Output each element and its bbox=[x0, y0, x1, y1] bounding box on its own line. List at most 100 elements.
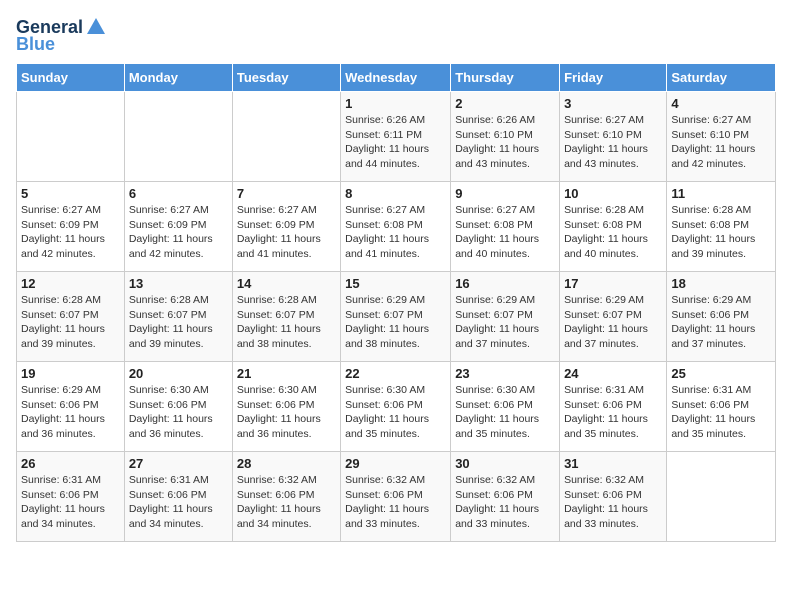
day-number: 29 bbox=[345, 456, 446, 471]
column-header-sunday: Sunday bbox=[17, 64, 125, 92]
day-info: Sunrise: 6:27 AM Sunset: 6:10 PM Dayligh… bbox=[671, 113, 771, 172]
day-info: Sunrise: 6:29 AM Sunset: 6:07 PM Dayligh… bbox=[455, 293, 555, 352]
calendar-day-24: 24 Sunrise: 6:31 AM Sunset: 6:06 PM Dayli… bbox=[560, 362, 667, 452]
day-number: 19 bbox=[21, 366, 120, 381]
day-info: Sunrise: 6:32 AM Sunset: 6:06 PM Dayligh… bbox=[455, 473, 555, 532]
day-info: Sunrise: 6:28 AM Sunset: 6:08 PM Dayligh… bbox=[671, 203, 771, 262]
column-header-saturday: Saturday bbox=[667, 64, 776, 92]
logo-blue-text: Blue bbox=[16, 34, 55, 55]
day-number: 27 bbox=[129, 456, 228, 471]
calendar-empty-cell bbox=[667, 452, 776, 542]
day-number: 31 bbox=[564, 456, 662, 471]
column-header-friday: Friday bbox=[560, 64, 667, 92]
day-info: Sunrise: 6:31 AM Sunset: 6:06 PM Dayligh… bbox=[564, 383, 662, 442]
day-info: Sunrise: 6:27 AM Sunset: 6:08 PM Dayligh… bbox=[345, 203, 446, 262]
day-number: 30 bbox=[455, 456, 555, 471]
day-info: Sunrise: 6:27 AM Sunset: 6:08 PM Dayligh… bbox=[455, 203, 555, 262]
day-number: 25 bbox=[671, 366, 771, 381]
day-number: 4 bbox=[671, 96, 771, 111]
calendar-day-31: 31Sunrise: 6:32 AM Sunset: 6:06 PM Dayli… bbox=[560, 452, 667, 542]
logo-icon bbox=[85, 16, 107, 38]
day-number: 13 bbox=[129, 276, 228, 291]
day-info: Sunrise: 6:29 AM Sunset: 6:06 PM Dayligh… bbox=[21, 383, 120, 442]
column-header-wednesday: Wednesday bbox=[341, 64, 451, 92]
day-info: Sunrise: 6:32 AM Sunset: 6:06 PM Dayligh… bbox=[237, 473, 336, 532]
calendar-day-6: 6 Sunrise: 6:27 AM Sunset: 6:09 PM Daylig… bbox=[124, 182, 232, 272]
day-number: 1 bbox=[345, 96, 446, 111]
day-number: 15 bbox=[345, 276, 446, 291]
calendar-empty-cell bbox=[232, 92, 340, 182]
calendar-table: SundayMondayTuesdayWednesdayThursdayFrid… bbox=[16, 63, 776, 542]
calendar-day-7: 7 Sunrise: 6:27 AM Sunset: 6:09 PM Daylig… bbox=[232, 182, 340, 272]
day-info: Sunrise: 6:27 AM Sunset: 6:09 PM Dayligh… bbox=[237, 203, 336, 262]
calendar-day-27: 27Sunrise: 6:31 AM Sunset: 6:06 PM Dayli… bbox=[124, 452, 232, 542]
calendar-day-8: 8Sunrise: 6:27 AM Sunset: 6:08 PM Daylig… bbox=[341, 182, 451, 272]
calendar-day-16: 16 Sunrise: 6:29 AM Sunset: 6:07 PM Dayli… bbox=[451, 272, 560, 362]
calendar-day-9: 9 Sunrise: 6:27 AM Sunset: 6:08 PM Daylig… bbox=[451, 182, 560, 272]
calendar-day-25: 25 Sunrise: 6:31 AM Sunset: 6:06 PM Dayli… bbox=[667, 362, 776, 452]
day-number: 11 bbox=[671, 186, 771, 201]
calendar-day-28: 28Sunrise: 6:32 AM Sunset: 6:06 PM Dayli… bbox=[232, 452, 340, 542]
calendar-day-5: 5 Sunrise: 6:27 AM Sunset: 6:09 PM Daylig… bbox=[17, 182, 125, 272]
calendar-header-row: SundayMondayTuesdayWednesdayThursdayFrid… bbox=[17, 64, 776, 92]
day-info: Sunrise: 6:30 AM Sunset: 6:06 PM Dayligh… bbox=[345, 383, 446, 442]
day-info: Sunrise: 6:29 AM Sunset: 6:07 PM Dayligh… bbox=[564, 293, 662, 352]
day-number: 20 bbox=[129, 366, 228, 381]
day-info: Sunrise: 6:30 AM Sunset: 6:06 PM Dayligh… bbox=[129, 383, 228, 442]
calendar-day-11: 11 Sunrise: 6:28 AM Sunset: 6:08 PM Dayli… bbox=[667, 182, 776, 272]
calendar-day-10: 10 Sunrise: 6:28 AM Sunset: 6:08 PM Dayli… bbox=[560, 182, 667, 272]
calendar-day-22: 22 Sunrise: 6:30 AM Sunset: 6:06 PM Dayli… bbox=[341, 362, 451, 452]
day-number: 9 bbox=[455, 186, 555, 201]
calendar-week-row: 12 Sunrise: 6:28 AM Sunset: 6:07 PM Dayli… bbox=[17, 272, 776, 362]
calendar-day-23: 23Sunrise: 6:30 AM Sunset: 6:06 PM Dayli… bbox=[451, 362, 560, 452]
day-info: Sunrise: 6:29 AM Sunset: 6:07 PM Dayligh… bbox=[345, 293, 446, 352]
calendar-day-4: 4 Sunrise: 6:27 AM Sunset: 6:10 PM Daylig… bbox=[667, 92, 776, 182]
calendar-day-29: 29Sunrise: 6:32 AM Sunset: 6:06 PM Dayli… bbox=[341, 452, 451, 542]
day-number: 10 bbox=[564, 186, 662, 201]
column-header-tuesday: Tuesday bbox=[232, 64, 340, 92]
logo: General Blue bbox=[16, 16, 107, 55]
day-info: Sunrise: 6:28 AM Sunset: 6:07 PM Dayligh… bbox=[21, 293, 120, 352]
day-info: Sunrise: 6:26 AM Sunset: 6:10 PM Dayligh… bbox=[455, 113, 555, 172]
day-info: Sunrise: 6:28 AM Sunset: 6:08 PM Dayligh… bbox=[564, 203, 662, 262]
day-info: Sunrise: 6:29 AM Sunset: 6:06 PM Dayligh… bbox=[671, 293, 771, 352]
day-number: 26 bbox=[21, 456, 120, 471]
day-number: 5 bbox=[21, 186, 120, 201]
calendar-day-19: 19 Sunrise: 6:29 AM Sunset: 6:06 PM Dayli… bbox=[17, 362, 125, 452]
calendar-week-row: 5 Sunrise: 6:27 AM Sunset: 6:09 PM Daylig… bbox=[17, 182, 776, 272]
calendar-day-18: 18 Sunrise: 6:29 AM Sunset: 6:06 PM Dayli… bbox=[667, 272, 776, 362]
day-info: Sunrise: 6:28 AM Sunset: 6:07 PM Dayligh… bbox=[237, 293, 336, 352]
calendar-week-row: 1Sunrise: 6:26 AM Sunset: 6:11 PM Daylig… bbox=[17, 92, 776, 182]
day-number: 22 bbox=[345, 366, 446, 381]
day-number: 3 bbox=[564, 96, 662, 111]
calendar-day-14: 14 Sunrise: 6:28 AM Sunset: 6:07 PM Dayli… bbox=[232, 272, 340, 362]
calendar-week-row: 19 Sunrise: 6:29 AM Sunset: 6:06 PM Dayli… bbox=[17, 362, 776, 452]
calendar-week-row: 26Sunrise: 6:31 AM Sunset: 6:06 PM Dayli… bbox=[17, 452, 776, 542]
calendar-empty-cell bbox=[124, 92, 232, 182]
day-number: 24 bbox=[564, 366, 662, 381]
day-number: 7 bbox=[237, 186, 336, 201]
day-number: 17 bbox=[564, 276, 662, 291]
calendar-day-2: 2Sunrise: 6:26 AM Sunset: 6:10 PM Daylig… bbox=[451, 92, 560, 182]
calendar-day-3: 3 Sunrise: 6:27 AM Sunset: 6:10 PM Daylig… bbox=[560, 92, 667, 182]
day-info: Sunrise: 6:28 AM Sunset: 6:07 PM Dayligh… bbox=[129, 293, 228, 352]
day-info: Sunrise: 6:27 AM Sunset: 6:09 PM Dayligh… bbox=[129, 203, 228, 262]
day-number: 12 bbox=[21, 276, 120, 291]
calendar-empty-cell bbox=[17, 92, 125, 182]
calendar-day-12: 12 Sunrise: 6:28 AM Sunset: 6:07 PM Dayli… bbox=[17, 272, 125, 362]
day-number: 18 bbox=[671, 276, 771, 291]
page-header: General Blue bbox=[16, 16, 776, 55]
calendar-day-15: 15 Sunrise: 6:29 AM Sunset: 6:07 PM Dayli… bbox=[341, 272, 451, 362]
day-number: 6 bbox=[129, 186, 228, 201]
day-info: Sunrise: 6:27 AM Sunset: 6:10 PM Dayligh… bbox=[564, 113, 662, 172]
calendar-day-26: 26Sunrise: 6:31 AM Sunset: 6:06 PM Dayli… bbox=[17, 452, 125, 542]
day-number: 14 bbox=[237, 276, 336, 291]
calendar-day-1: 1Sunrise: 6:26 AM Sunset: 6:11 PM Daylig… bbox=[341, 92, 451, 182]
column-header-monday: Monday bbox=[124, 64, 232, 92]
day-number: 16 bbox=[455, 276, 555, 291]
day-number: 21 bbox=[237, 366, 336, 381]
column-header-thursday: Thursday bbox=[451, 64, 560, 92]
day-info: Sunrise: 6:31 AM Sunset: 6:06 PM Dayligh… bbox=[671, 383, 771, 442]
calendar-day-30: 30 Sunrise: 6:32 AM Sunset: 6:06 PM Dayli… bbox=[451, 452, 560, 542]
day-info: Sunrise: 6:27 AM Sunset: 6:09 PM Dayligh… bbox=[21, 203, 120, 262]
